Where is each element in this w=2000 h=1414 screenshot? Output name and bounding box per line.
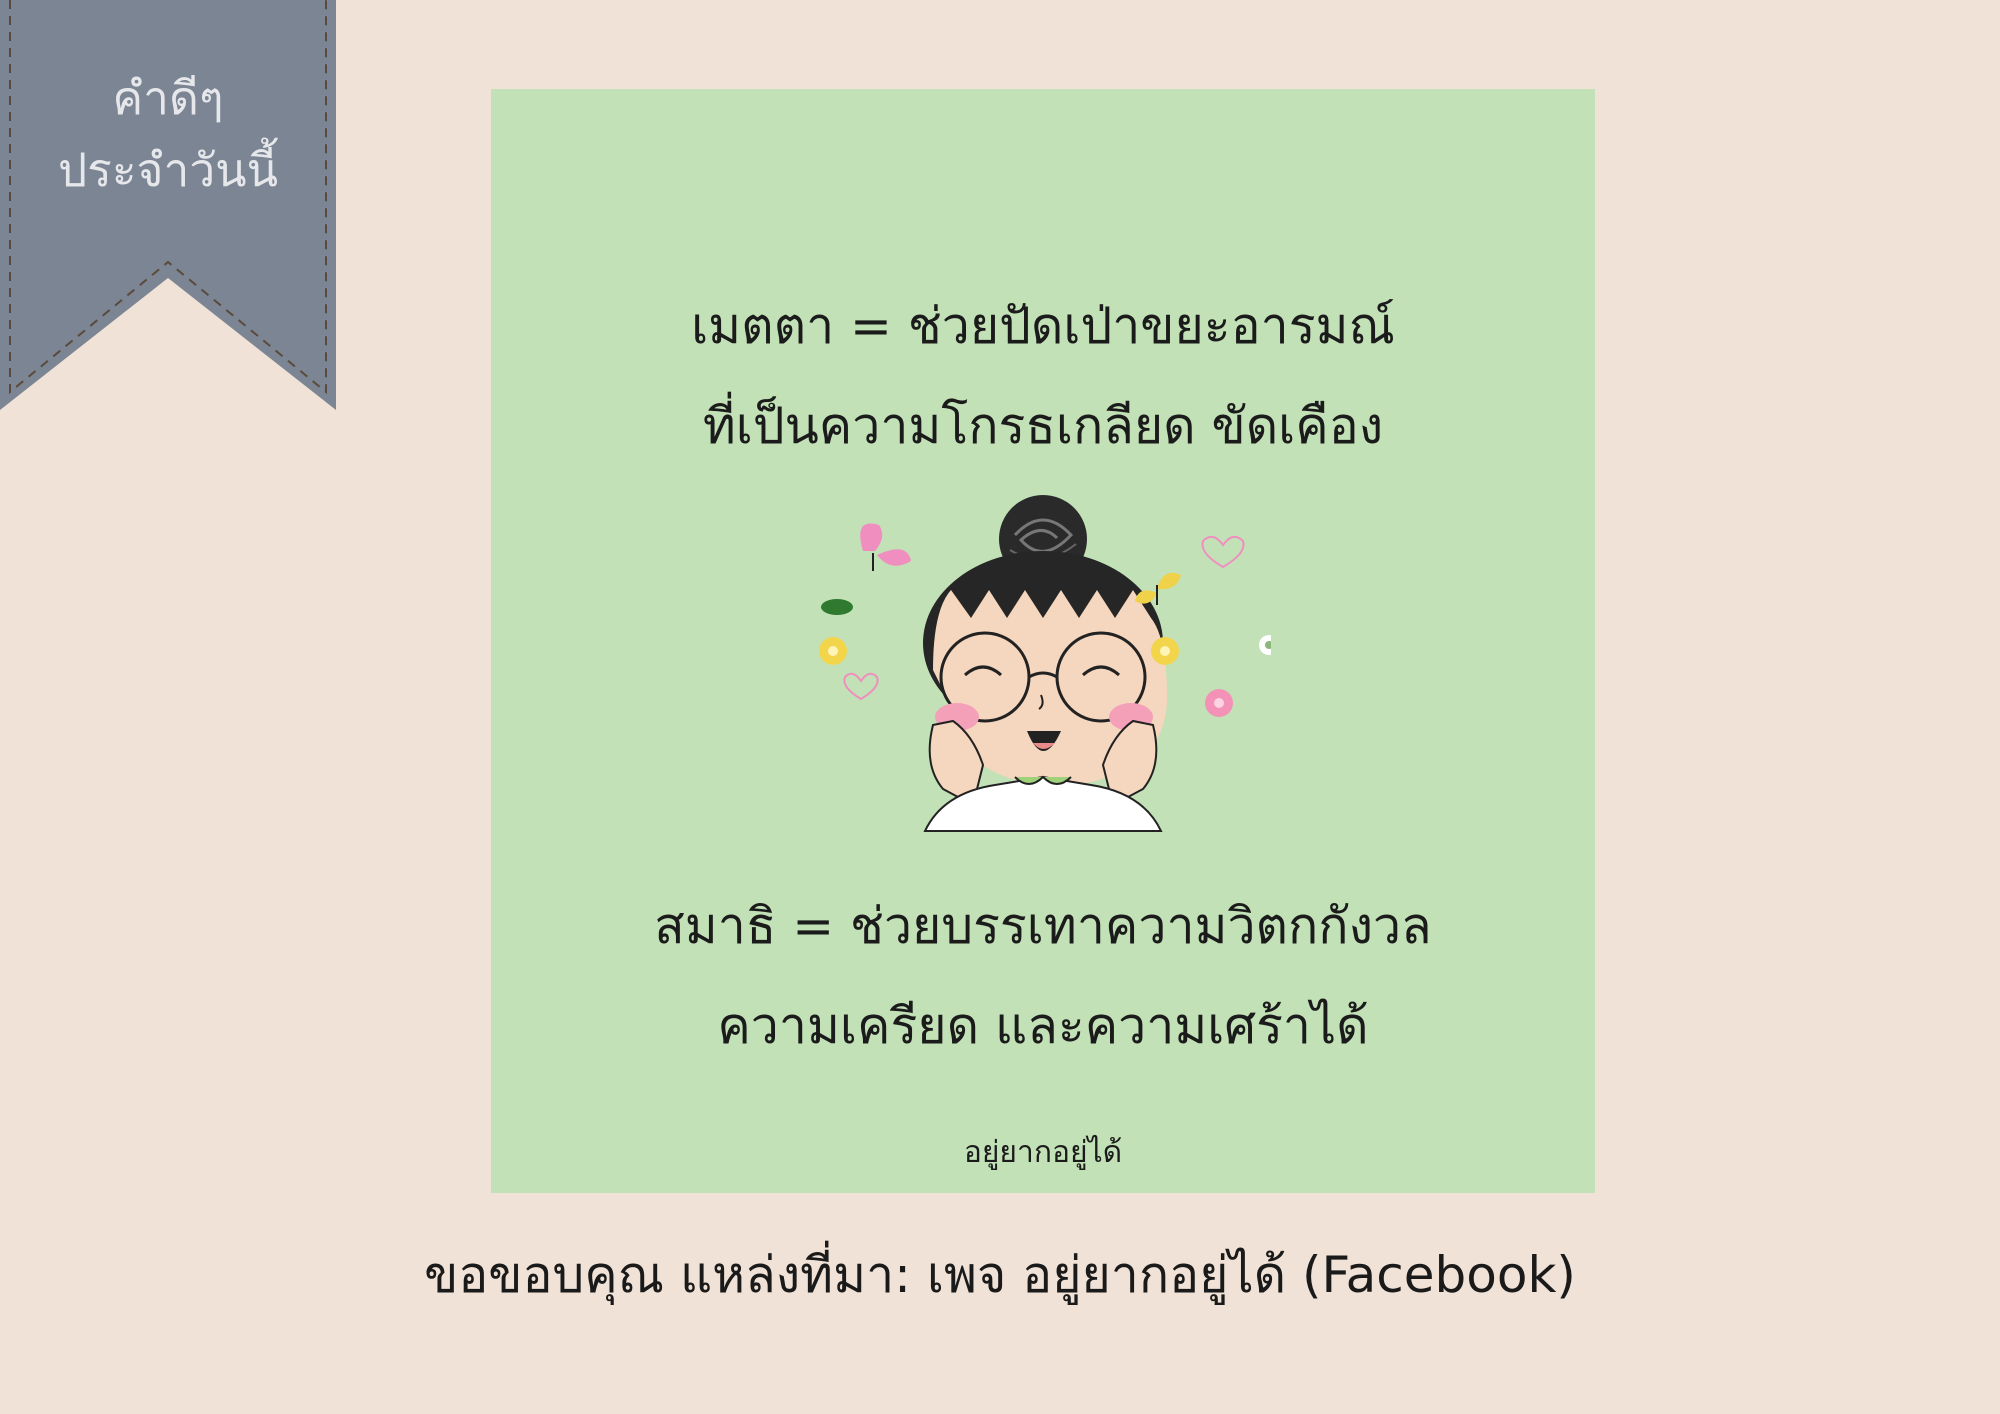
quote-line-4: ความเครียด และความเศร้าได้: [717, 997, 1369, 1055]
quote-line-1: เมตตา = ช่วยปัดเป่าขยะอารมณ์: [691, 297, 1395, 355]
daily-quote-ribbon: คำดีๆ ประจำวันนี้: [0, 0, 336, 410]
ribbon-line-2: ประจำวันนี้: [57, 143, 279, 197]
quote-card: เมตตา = ช่วยปัดเป่าขยะอารมณ์ ที่เป็นความ…: [491, 89, 1595, 1193]
flower-icon: [1259, 635, 1271, 655]
ribbon-title: คำดีๆ ประจำวันนี้: [0, 62, 336, 206]
flower-icon: [1151, 637, 1179, 665]
quote-line-3: สมาธิ = ช่วยบรรเทาความวิตกกังวล: [654, 897, 1432, 955]
card-signature: อยู่ยากอยู่ได้: [963, 1135, 1123, 1170]
quote-line-2: ที่เป็นความโกรธเกลียด ขัดเคือง: [702, 397, 1384, 455]
butterfly-icon: [860, 523, 911, 571]
heart-icon: [843, 672, 879, 701]
ribbon-line-1: คำดีๆ: [112, 71, 224, 125]
flower-icon: [819, 637, 847, 665]
girl-illustration: [819, 495, 1271, 832]
butterfly-icon: [1135, 572, 1181, 605]
flower-icon: [1205, 689, 1233, 717]
leaf-icon: [821, 599, 853, 615]
source-credit: ขอขอบคุณ แหล่งที่มา: เพจ อยู่ยากอยู่ได้ …: [424, 1246, 1576, 1304]
heart-icon: [1201, 535, 1245, 569]
